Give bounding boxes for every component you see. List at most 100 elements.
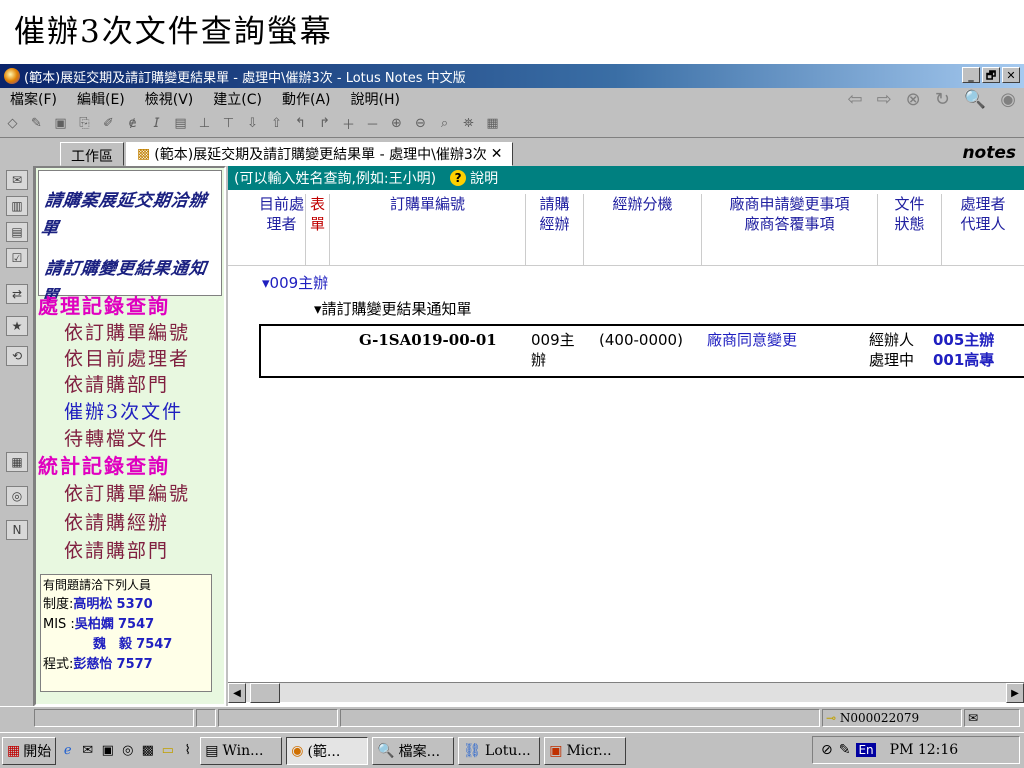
nav-item-by-order-no[interactable]: 依訂購單編號 [64,318,190,345]
toolbar-pencil-icon[interactable]: ✐ [100,115,117,132]
tray-pen-icon[interactable]: ✎ [839,742,851,758]
help-icon[interactable]: ? [450,170,467,186]
category-row-main[interactable]: ▾009主辦 [262,272,328,293]
scroll-left-icon[interactable]: ◀ [228,683,246,703]
restore-button[interactable]: 🗗 [982,67,1000,83]
nav-item-by-department[interactable]: 依請購部門 [64,370,169,397]
replicator-icon[interactable]: ⇄ [6,284,28,304]
menu-file[interactable]: 檔案(F) [0,89,67,109]
status-doc-id[interactable]: ⊸ N000022079 [822,709,962,727]
horizontal-scrollbar[interactable]: ◀ ▶ [228,682,1024,703]
key-icon: ⊸ [826,711,837,725]
toolbar-up-icon[interactable]: ⇧ [268,115,285,132]
task-notes-doc[interactable]: ◉ (範... [286,736,369,765]
toolbar-find-icon[interactable]: ⛯ [460,115,477,132]
web-browser-icon[interactable]: ◎ [6,486,28,506]
toolbar-prev-unread-icon[interactable]: ↰ [292,115,309,132]
menu-view[interactable]: 檢視(V) [135,89,204,109]
toolbar-collapse-section-icon[interactable]: ⊖ [412,115,429,132]
toolbar-attach-icon[interactable]: ▣ [52,115,69,132]
history-icon[interactable]: ⟲ [6,346,28,366]
minimize-button[interactable]: _ [962,67,980,83]
toolbar-next-unread-icon[interactable]: ↱ [316,115,333,132]
folder-icon[interactable]: ▭ [159,742,176,759]
menu-create[interactable]: 建立(C) [203,89,272,109]
nav-item-stat-by-order-no[interactable]: 依訂購單編號 [64,479,190,506]
status-field-1[interactable] [34,709,194,727]
nav-section-processing[interactable]: 處理記錄查詢 [38,290,170,319]
toolbar-expand-section-icon[interactable]: ⊕ [388,115,405,132]
nav-item-urged-3-times[interactable]: 催辦3次文件 [64,397,183,424]
clip-icon[interactable]: ⌇ [179,742,196,759]
address-book-icon[interactable]: ▤ [6,222,28,242]
search-hint[interactable]: (可以輸入姓名查詢,例如:王小明) [234,168,436,188]
toolbar-edit-icon[interactable]: ✎ [28,115,45,132]
tab-document[interactable]: ▩ (範本)展延交期及請訂購變更結果單 - 處理中\催辦3次 ✕ [126,142,514,166]
ime-indicator[interactable]: En [856,743,876,757]
close-button[interactable]: ✕ [1002,67,1020,83]
toolbar-navigate-icon[interactable]: ◇ [4,115,21,132]
nav-item-stat-by-department[interactable]: 依請購部門 [64,536,169,563]
notes-bookmark-icon[interactable]: N [6,520,28,540]
explorer-icon[interactable]: ▣ [99,742,116,759]
ie-icon[interactable]: ℯ [59,742,76,759]
tab-workspace[interactable]: 工作區 [60,142,124,166]
toolbar-expand-all-icon[interactable]: ＋ [340,115,357,133]
toolbar-collapse-all-icon[interactable]: － [364,115,381,133]
help-link[interactable]: 說明 [470,168,498,188]
forward-arrow-icon[interactable]: ⇨ [877,89,892,110]
scroll-thumb[interactable] [250,683,280,703]
back-arrow-icon[interactable]: ⇦ [847,89,862,110]
status-field-3[interactable] [218,709,338,727]
column-buyer-ext[interactable]: 經辦分機 [584,194,702,266]
column-handler-agent[interactable]: 處理者 代理人 [942,194,1024,266]
status-field-2[interactable] [196,709,216,727]
column-form[interactable]: 表單 [306,194,330,266]
refresh-icon[interactable]: ↻ [935,89,950,110]
toolbar-link-icon[interactable]: ⎘ [76,115,93,132]
toolbar-underline-icon[interactable]: ɇ [124,115,141,132]
table-row[interactable]: G-1SA019-00-01 009主辦 (400-0000) 廠商同意變更 經… [259,324,1024,378]
column-vendor-change[interactable]: 廠商申請變更事項 廠商答覆事項 [702,194,878,266]
search-icon[interactable]: 🔍 [964,89,986,110]
task-windows[interactable]: ▤ Win... [200,736,283,765]
task-microsoft[interactable]: ▣ Micr... [544,736,627,765]
column-doc-status[interactable]: 文件 狀態 [878,194,942,266]
nav-section-statistics[interactable]: 統計記錄查詢 [38,450,170,479]
nav-item-stat-by-buyer[interactable]: 依請購經辦 [64,508,169,535]
column-order-no[interactable]: 訂購單編號 [330,194,526,266]
office-icon[interactable]: ▩ [139,742,156,759]
stop-icon[interactable]: ⊗ [906,89,921,110]
favorites-icon[interactable]: ★ [6,316,28,336]
web-icon[interactable]: ◉ [1000,89,1016,110]
toolbar-collapse-icon[interactable]: ⊤ [220,115,237,132]
column-current-handler[interactable]: 目前處 理者 [258,194,306,266]
menu-help[interactable]: 說明(H) [341,89,410,109]
mail-icon[interactable]: ✉ [6,170,28,190]
toolbar-expand-icon[interactable]: ⊥ [196,115,213,132]
toolbar-down-icon[interactable]: ⇩ [244,115,261,132]
category-row-form[interactable]: ▾請訂購變更結果通知單 [314,298,472,319]
column-buyer[interactable]: 請購 經辦 [526,194,584,266]
status-inbox[interactable]: ✉ [964,709,1020,727]
todo-icon[interactable]: ☑ [6,248,28,268]
column-label: 經辦 [539,215,570,233]
menu-edit[interactable]: 編輯(E) [67,89,135,109]
tab-close-icon[interactable]: ✕ [491,146,503,162]
scroll-right-icon[interactable]: ▶ [1006,683,1024,703]
outlook-icon[interactable]: ✉ [79,742,96,759]
channel-icon[interactable]: ◎ [119,742,136,759]
nav-item-by-current-handler[interactable]: 依目前處理者 [64,344,190,371]
nav-item-pending-transfer[interactable]: 待轉檔文件 [64,424,169,451]
tray-app-icon[interactable]: ⊘ [821,742,833,758]
start-button[interactable]: ▦ 開始 [2,736,57,765]
toolbar-grid-icon[interactable]: ▦ [484,115,501,132]
databases-icon[interactable]: ▦ [6,452,28,472]
calendar-icon[interactable]: ▥ [6,196,28,216]
toolbar-italic-icon[interactable]: 𝘐 [148,115,165,132]
toolbar-tag-icon[interactable]: ⌕ [436,115,453,132]
toolbar-paste-icon[interactable]: ▤ [172,115,189,132]
task-lotus[interactable]: ⛓ Lotu... [458,736,541,765]
menu-actions[interactable]: 動作(A) [272,89,341,109]
task-file-explorer[interactable]: 🔍 檔案... [372,736,455,765]
